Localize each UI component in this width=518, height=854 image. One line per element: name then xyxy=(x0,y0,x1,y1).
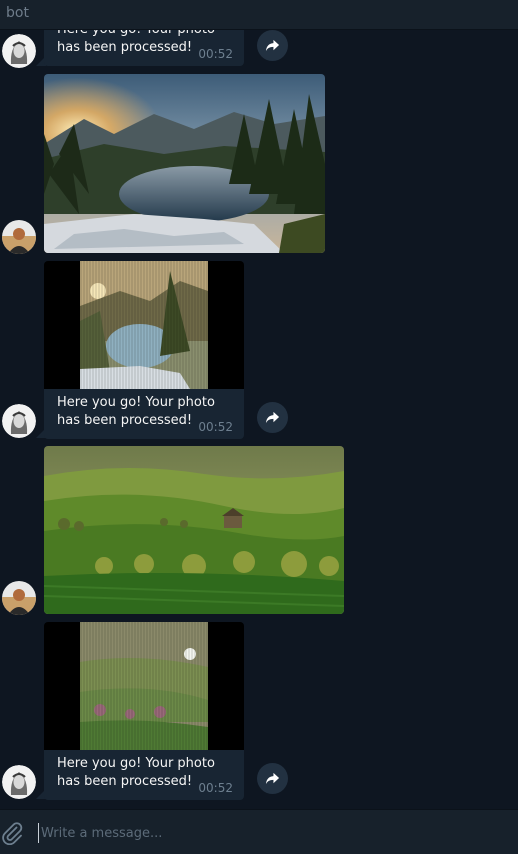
user-photo-lake[interactable] xyxy=(44,74,325,253)
bot-avatar[interactable] xyxy=(2,765,36,799)
share-arrow-icon xyxy=(265,772,280,785)
message-time: 00:52 xyxy=(198,47,233,61)
message-time: 00:52 xyxy=(198,420,233,434)
telegram-window: bot Here you go! Your photo has been pro… xyxy=(0,0,518,854)
bot-message-bubble[interactable]: Here you go! Your photo has been process… xyxy=(44,750,244,800)
message-input[interactable] xyxy=(38,823,498,843)
processed-photo-lake[interactable] xyxy=(44,261,244,389)
bot-message-bubble[interactable]: Here you go! Your photo has been process… xyxy=(44,389,244,439)
attach-button[interactable] xyxy=(0,821,24,846)
bot-avatar[interactable] xyxy=(2,404,36,438)
user-avatar[interactable] xyxy=(2,220,36,254)
chat-title[interactable]: bot xyxy=(6,5,29,21)
share-arrow-icon xyxy=(265,39,280,52)
user-photo-hills[interactable] xyxy=(44,446,344,614)
bot-avatar[interactable] xyxy=(2,34,36,68)
share-button[interactable] xyxy=(257,763,288,794)
chat-header: bot xyxy=(0,0,518,30)
share-arrow-icon xyxy=(265,411,280,424)
processed-photo-hills[interactable] xyxy=(44,622,244,750)
paperclip-icon xyxy=(2,822,23,846)
user-avatar[interactable] xyxy=(2,581,36,615)
bot-message-bubble[interactable]: Here you go! Your photo has been process… xyxy=(44,30,244,66)
message-composer xyxy=(0,809,518,854)
share-button[interactable] xyxy=(257,402,288,433)
message-time: 00:52 xyxy=(198,781,233,795)
message-list[interactable]: Here you go! Your photo has been process… xyxy=(0,30,518,809)
share-button[interactable] xyxy=(257,30,288,61)
